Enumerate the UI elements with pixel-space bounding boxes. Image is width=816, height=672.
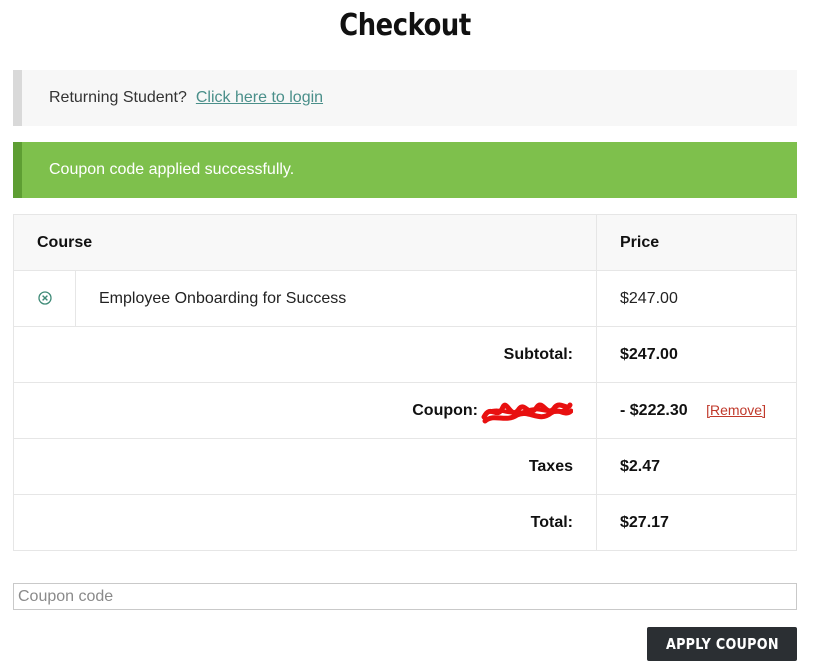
apply-coupon-label: APPLY COUPON (665, 635, 779, 653)
subtotal-row: Subtotal: $247.00 (13, 326, 797, 383)
coupon-success-text: Coupon code applied successfully. (49, 161, 295, 178)
table-header-row: Course Price (13, 214, 797, 271)
circle-x-icon[interactable] (37, 291, 52, 305)
coupon-success-notice: Coupon code applied successfully. (13, 142, 797, 198)
login-notice: Returning Student? Click here to login (13, 70, 797, 126)
checkout-table: Course Price Employee Onboarding for Suc… (13, 214, 797, 551)
apply-coupon-button[interactable]: APPLY COUPON (647, 627, 797, 661)
coupon-label-wrap: Coupon: (412, 397, 573, 425)
login-link[interactable]: Click here to login (196, 89, 323, 107)
taxes-row: Taxes $2.47 (13, 438, 797, 495)
page-title: Checkout (339, 8, 471, 43)
subtotal-label: Subtotal: (13, 326, 597, 383)
remove-coupon-link[interactable]: [Remove] (706, 402, 766, 418)
redaction-scribble-icon (481, 402, 573, 423)
coupon-code-input[interactable] (13, 583, 797, 610)
coupon-label-cell: Coupon: (13, 382, 597, 439)
remove-item-cell (13, 270, 76, 327)
coupon-label: Coupon: (412, 401, 478, 419)
price-column-header: Price (596, 214, 797, 271)
subtotal-value: $247.00 (596, 326, 797, 383)
coupon-value-cell: - $222.30 [Remove] (596, 382, 797, 439)
table-row: Employee Onboarding for Success $247.00 (13, 270, 797, 327)
coupon-discount-value: - $222.30 (620, 401, 688, 419)
course-price: $247.00 (596, 270, 797, 327)
total-value: $27.17 (596, 494, 797, 551)
checkout-page: Checkout Returning Student? Click here t… (0, 0, 816, 672)
taxes-label: Taxes (13, 438, 597, 495)
total-label: Total: (13, 494, 597, 551)
coupon-row: Coupon: - $222.30 [Remove] (13, 382, 797, 439)
login-notice-text: Returning Student? (49, 89, 187, 106)
total-row: Total: $27.17 (13, 494, 797, 551)
course-name: Employee Onboarding for Success (75, 270, 597, 327)
course-column-header: Course (13, 214, 597, 271)
taxes-value: $2.47 (596, 438, 797, 495)
